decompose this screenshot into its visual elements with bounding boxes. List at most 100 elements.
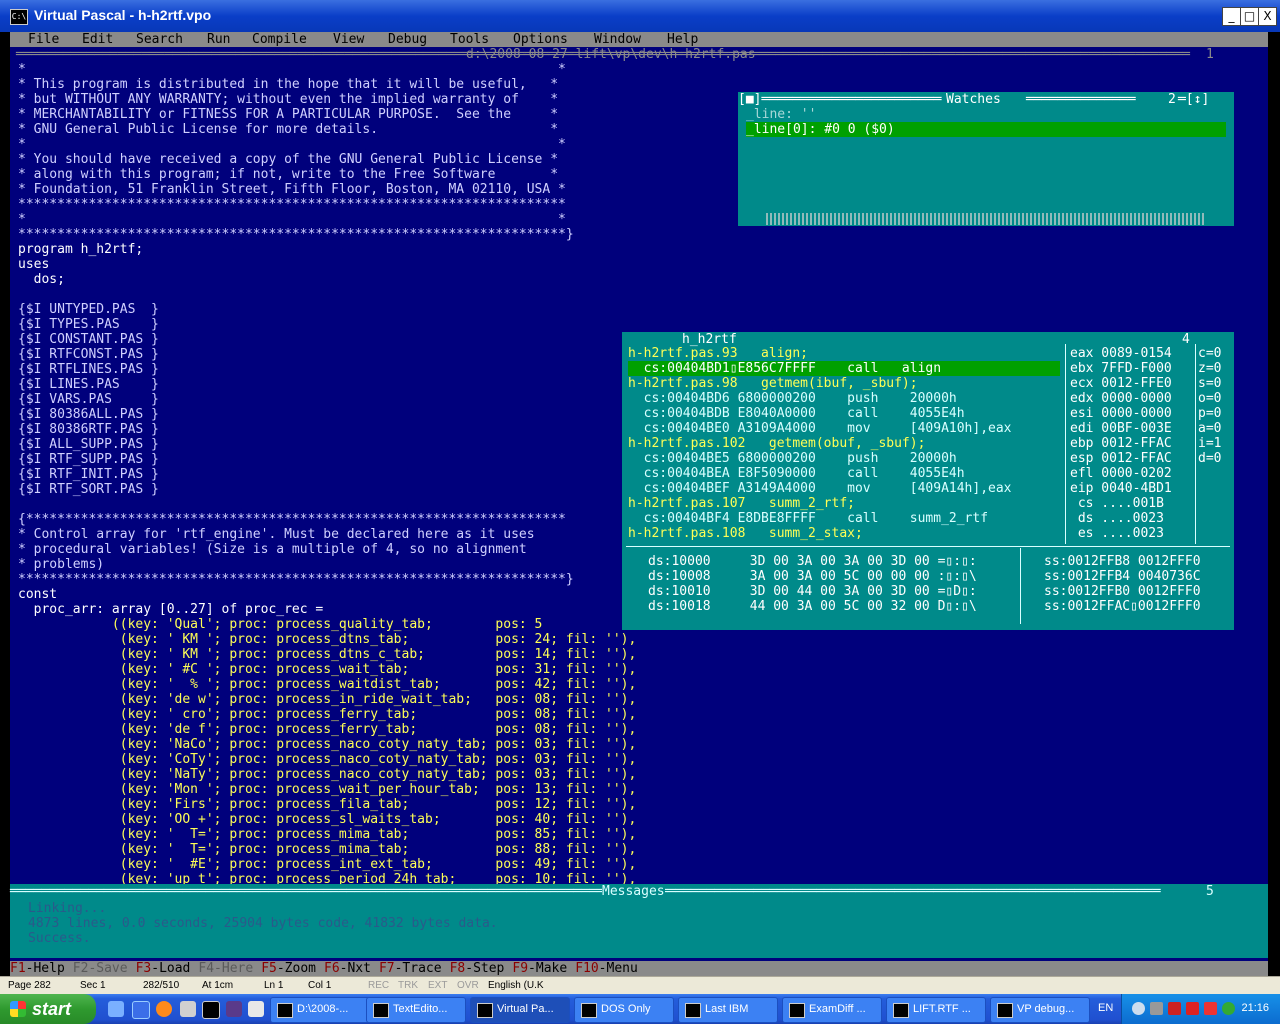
watches-horizontal-scrollbar[interactable] [766, 213, 1206, 225]
explorer-icon[interactable] [180, 1001, 196, 1017]
source-line[interactable]: h-h2rtf.pas.93 align; [628, 346, 808, 361]
tray-app-icon[interactable] [1186, 1002, 1199, 1015]
internet-explorer-icon[interactable] [132, 1001, 150, 1019]
quicklaunch-app-icon[interactable] [226, 1001, 242, 1017]
register-value[interactable]: esi 0000-0000 [1070, 406, 1172, 421]
cpu-flag[interactable]: z=0 [1198, 361, 1221, 376]
fkey-f1[interactable]: F1-Help [10, 961, 65, 976]
memory-dump-line[interactable]: ds:10000 3D 00 3A 00 3A 00 3D 00 =▯:▯: [648, 554, 977, 569]
watches-window[interactable]: [■]═══════════════════════ Watches ═════… [738, 92, 1234, 226]
memory-dump-line[interactable]: ds:10010 3D 00 44 00 3A 00 3D 00 =▯D▯: [648, 584, 977, 599]
memory-dump-line[interactable]: ds:10018 44 00 3A 00 5C 00 32 00 D▯:▯\ [648, 599, 977, 614]
stack-line[interactable]: ss:0012FFB4 0040736C [1044, 569, 1201, 584]
menu-edit[interactable]: Edit [82, 32, 113, 47]
disassembly-line[interactable]: cs:00404BEA E8F5090000 call 4055E4h [628, 466, 965, 481]
menu-tools[interactable]: Tools [450, 32, 489, 47]
disassembly-line[interactable]: cs:00404BEF A3149A4000 mov [409A14h],eax [628, 481, 1012, 496]
cpu-flag[interactable]: c=0 [1198, 346, 1221, 361]
tray-app-icon[interactable] [1222, 1002, 1235, 1015]
register-value[interactable]: ds ....0023 [1070, 511, 1164, 526]
input-language-indicator[interactable]: EN [1098, 1002, 1113, 1014]
source-line[interactable]: h-h2rtf.pas.102 getmem(obuf, _sbuf); [628, 436, 925, 451]
menu-compile[interactable]: Compile [252, 32, 307, 47]
dos-prompt-icon[interactable] [202, 1001, 220, 1019]
register-value[interactable]: cs ....001B [1070, 496, 1164, 511]
cpu-flag[interactable]: s=0 [1198, 376, 1221, 391]
register-value[interactable]: es ....0023 [1070, 526, 1164, 541]
register-value[interactable]: ecx 0012-FFE0 [1070, 376, 1172, 391]
taskbar-button[interactable]: TextEdito... [366, 997, 466, 1023]
fkey-f8[interactable]: F8-Step [450, 961, 505, 976]
maximize-button[interactable]: □ [1240, 7, 1259, 26]
watches-zoom-button[interactable]: ═[↕] [1178, 92, 1209, 107]
show-desktop-icon[interactable] [108, 1001, 124, 1017]
taskbar-button[interactable]: DOS Only [574, 997, 674, 1023]
fkey-f9[interactable]: F9-Make [512, 961, 567, 976]
minimize-button[interactable]: _ [1222, 7, 1241, 26]
menu-file[interactable]: File [28, 32, 59, 47]
cpu-flag[interactable]: p=0 [1198, 406, 1221, 421]
cpu-window[interactable]: h_h2rtf 4 h-h2rtf.pas.93 align; cs:00404… [622, 332, 1234, 630]
taskbar-button[interactable]: D:\2008-... [270, 997, 370, 1023]
taskbar-button[interactable]: ExamDiff ... [782, 997, 882, 1023]
register-value[interactable]: ebp 0012-FFAC [1070, 436, 1172, 451]
tray-app-icon[interactable] [1168, 1002, 1181, 1015]
fkey-f7[interactable]: F7-Trace [379, 961, 442, 976]
register-value[interactable]: edi 00BF-003E [1070, 421, 1172, 436]
code-line: ****************************************… [18, 197, 566, 212]
cpu-flag[interactable]: o=0 [1198, 391, 1221, 406]
menu-search[interactable]: Search [136, 32, 183, 47]
watch-item[interactable]: _line: '' [746, 107, 1226, 122]
menu-debug[interactable]: Debug [388, 32, 427, 47]
register-value[interactable]: ebx 7FFD-F000 [1070, 361, 1172, 376]
taskbar-button[interactable]: Last IBM [678, 997, 778, 1023]
menu-help[interactable]: Help [667, 32, 698, 47]
tray-app-icon[interactable] [1204, 1002, 1217, 1015]
menu-window[interactable]: Window [594, 32, 641, 47]
tray-app-icon[interactable] [1150, 1002, 1163, 1015]
stack-line[interactable]: ss:0012FFAC▯0012FFF0 [1044, 599, 1201, 614]
source-line[interactable]: h-h2rtf.pas.98 getmem(ibuf, _sbuf); [628, 376, 918, 391]
disassembly-line[interactable]: cs:00404BD1▯E856C7FFFF call align [628, 361, 1060, 376]
disassembly-line[interactable]: cs:00404BE0 A3109A4000 mov [409A10h],eax [628, 421, 1012, 436]
watch-item-selected[interactable]: _line[0]: #0 0 ($0) [746, 122, 1226, 137]
disassembly-line[interactable]: cs:00404BE5 6800000200 push 20000h [628, 451, 957, 466]
source-line[interactable]: h-h2rtf.pas.108 summ_2_stax; [628, 526, 863, 541]
register-value[interactable]: esp 0012-FFAC [1070, 451, 1172, 466]
register-value[interactable]: eax 0089-0154 [1070, 346, 1172, 361]
messages-window[interactable]: ════════════════════════════════════════… [10, 884, 1268, 958]
menu-options[interactable]: Options [513, 32, 568, 47]
cpu-flag[interactable]: d=0 [1198, 451, 1221, 466]
stack-line[interactable]: ss:0012FFB8 0012FFF0 [1044, 554, 1201, 569]
stack-line[interactable]: ss:0012FFB0 0012FFF0 [1044, 584, 1201, 599]
dos-app-icon[interactable]: C:\ [10, 9, 28, 25]
taskbar-clock[interactable]: 21:16 [1241, 1002, 1269, 1014]
register-value[interactable]: efl 0000-0202 [1070, 466, 1172, 481]
fkey-f5[interactable]: F5-Zoom [261, 961, 316, 976]
taskbar-button[interactable]: LIFT.RTF ... [886, 997, 986, 1023]
disassembly-line[interactable]: cs:00404BF4 E8DBE8FFFF call summ_2_rtf [628, 511, 988, 526]
tray-expand-icon[interactable] [1132, 1002, 1145, 1015]
cpu-flag[interactable]: a=0 [1198, 421, 1221, 436]
disassembly-line[interactable]: cs:00404BDB E8040A0000 call 4055E4h [628, 406, 965, 421]
fkey-f6[interactable]: F6-Nxt [324, 961, 371, 976]
fkey-f3[interactable]: F3-Load [136, 961, 191, 976]
taskbar-button[interactable]: Virtual Pa... [470, 997, 570, 1023]
menu-run[interactable]: Run [207, 32, 230, 47]
window-title-bar[interactable]: C:\ Virtual Pascal - h-h2rtf.vpo _ □ X [0, 0, 1280, 32]
start-button[interactable]: start [0, 994, 96, 1024]
fkey-f10[interactable]: F10-Menu [575, 961, 638, 976]
quicklaunch-app-icon[interactable] [248, 1001, 264, 1017]
menu-view[interactable]: View [333, 32, 364, 47]
close-button[interactable]: X [1258, 7, 1277, 26]
register-value[interactable]: edx 0000-0000 [1070, 391, 1172, 406]
disassembly-line[interactable]: cs:00404BD6 6800000200 push 20000h [628, 391, 957, 406]
watches-title: Watches [946, 92, 1001, 107]
taskbar-button[interactable]: VP debug... [990, 997, 1090, 1023]
firefox-icon[interactable] [156, 1001, 172, 1017]
task-label: TextEdito... [393, 1003, 448, 1015]
cpu-flag[interactable]: i=1 [1198, 436, 1221, 451]
memory-dump-line[interactable]: ds:10008 3A 00 3A 00 5C 00 00 00 :▯:▯\ [648, 569, 977, 584]
register-value[interactable]: eip 0040-4BD1 [1070, 481, 1172, 496]
source-line[interactable]: h-h2rtf.pas.107 summ_2_rtf; [628, 496, 855, 511]
